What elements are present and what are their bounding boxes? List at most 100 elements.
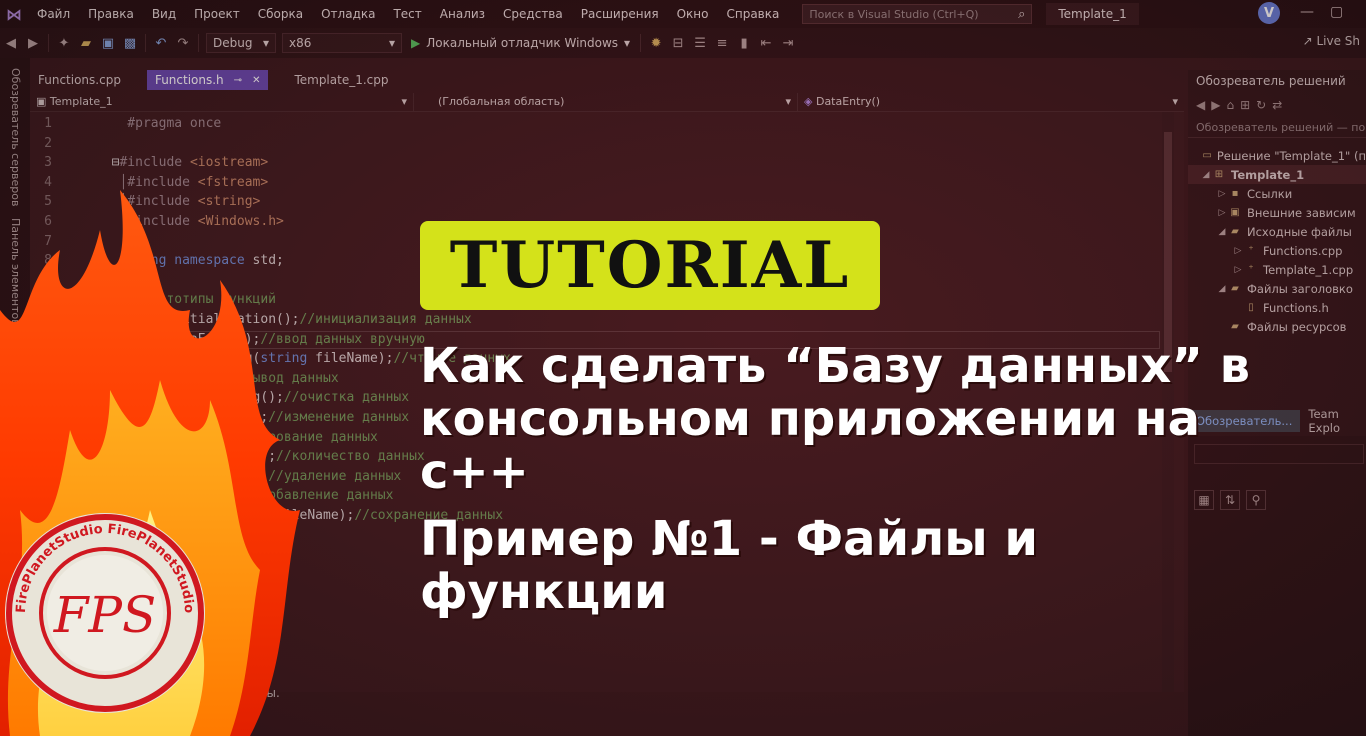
subheadline-line: функции: [420, 564, 668, 620]
expand-arrow-icon[interactable]: ◢: [1216, 284, 1228, 294]
tree-item[interactable]: ◢ ⊞ Template_1: [1188, 165, 1366, 184]
pin-icon[interactable]: ⊸: [234, 75, 242, 86]
server-explorer-tab[interactable]: Обозреватель серверов: [9, 68, 22, 206]
member-value: DataEntry(): [815, 95, 881, 108]
tree-item[interactable]: ◢ ▰ Исходные файлы: [1188, 222, 1366, 241]
code-line: 3 ⊟#include <iostream>: [30, 153, 511, 173]
tree-item[interactable]: ▭ Решение "Template_1" (п: [1188, 146, 1366, 165]
tree-item-label: Файлы ресурсов: [1247, 319, 1347, 334]
sync-icon[interactable]: ⇄: [1272, 98, 1282, 112]
platform-value: x86: [289, 36, 312, 50]
expand-arrow-icon[interactable]: ◢: [1200, 170, 1212, 180]
back-icon[interactable]: ◀: [1196, 98, 1205, 112]
tree-item[interactable]: ▯ Functions.h: [1188, 298, 1366, 317]
bookmark-prev-icon[interactable]: ⇤: [755, 32, 777, 54]
forward-icon[interactable]: ▶: [22, 32, 44, 54]
chevron-down-icon: ▾: [401, 95, 407, 108]
tree-item-label: Решение "Template_1" (п: [1216, 148, 1366, 163]
logo-text: FPS: [53, 586, 157, 644]
bookmark-next-icon[interactable]: ⇥: [777, 32, 799, 54]
thumbnail-headline: Как сделать “Базу данных” в консольном п…: [420, 340, 1350, 619]
start-debugging-label: Локальный отладчик Windows: [426, 36, 619, 50]
menu-item[interactable]: Расширения: [572, 7, 668, 21]
start-debugging-button[interactable]: ▶ Локальный отладчик Windows ▾: [411, 36, 630, 50]
search-input[interactable]: Поиск в Visual Studio (Ctrl+Q) ⌕: [802, 4, 1033, 24]
tree-item-label: Внешние зависим: [1247, 205, 1356, 220]
file-icon: ▰: [1231, 283, 1239, 294]
maximize-icon[interactable]: ▢: [1330, 4, 1343, 20]
tab-functions-cpp[interactable]: Functions.cpp: [30, 70, 129, 90]
menu-bar: ⋈ Файл Правка Вид Проект Сборка Отладка Тест Ан…: [0, 0, 1366, 28]
live-share-button[interactable]: ↗ Live Sh: [1303, 34, 1360, 48]
tree-item[interactable]: ◢ ▰ Файлы заголовко: [1188, 279, 1366, 298]
menu-item[interactable]: Средства: [494, 7, 572, 21]
tutorial-badge-text: TUTORIAL: [449, 228, 851, 303]
file-icon: ⁺: [1248, 264, 1254, 275]
home-icon[interactable]: ⌂: [1226, 98, 1234, 112]
menu-item[interactable]: Файл: [28, 7, 79, 21]
tab-functions-h[interactable]: Functions.h ⊸ ✕: [146, 70, 269, 90]
menu-item[interactable]: Сборка: [249, 7, 312, 21]
editor-tabs: Functions.cpp Functions.h ⊸ ✕ Template_1.c…: [30, 70, 1184, 90]
menu-item[interactable]: Анализ: [431, 7, 494, 21]
close-icon[interactable]: ✕: [252, 75, 260, 86]
breakpoint-icon[interactable]: ⊟: [667, 32, 689, 54]
back-icon[interactable]: ◀: [0, 32, 22, 54]
search-icon[interactable]: ⌕: [1018, 7, 1025, 22]
platform-select[interactable]: x86 ▾: [282, 33, 402, 53]
minimize-icon[interactable]: —: [1300, 4, 1314, 20]
menu-item[interactable]: Справка: [717, 7, 788, 21]
tree-item[interactable]: ▷ ▣ Внешние зависим: [1188, 203, 1366, 222]
chevron-down-icon: ▾: [624, 36, 631, 50]
project-icon: ▣: [36, 95, 50, 108]
scope-select[interactable]: (Глобальная область) ▾: [414, 92, 798, 111]
tree-item[interactable]: ▷ ▪ Ссылки: [1188, 184, 1366, 203]
function-icon: ◈: [804, 95, 816, 108]
expand-arrow-icon[interactable]: ◢: [1216, 227, 1228, 237]
expand-arrow-icon[interactable]: ▷: [1232, 246, 1244, 256]
scroll-thumb[interactable]: [1164, 132, 1172, 372]
expand-arrow-icon[interactable]: ▷: [1216, 189, 1228, 199]
new-project-icon[interactable]: ✦: [53, 32, 75, 54]
tree-item-label: Functions.cpp: [1263, 243, 1343, 258]
code-token: #pragma once: [96, 116, 222, 131]
forward-icon[interactable]: ▶: [1211, 98, 1220, 112]
account-avatar[interactable]: V: [1258, 2, 1280, 24]
tree-item[interactable]: ▷ ⁺ Template_1.cpp: [1188, 260, 1366, 279]
menu-item[interactable]: Проект: [185, 7, 249, 21]
comment-icon[interactable]: ☰: [689, 32, 711, 54]
code-token: │#include: [96, 174, 198, 190]
toolbar: ◀ ▶ ✦ ▰ ▣ ▩ ↶ ↷ Debug ▾ x86 ▾ ▶ Локальны…: [0, 28, 1366, 58]
menu-item[interactable]: Отладка: [312, 7, 384, 21]
configuration-select[interactable]: Debug ▾: [206, 33, 276, 53]
save-icon[interactable]: ▣: [97, 32, 119, 54]
save-all-icon[interactable]: ▩: [119, 32, 141, 54]
redo-icon[interactable]: ↷: [172, 32, 194, 54]
file-icon: ⊞: [1214, 169, 1224, 180]
tree-item[interactable]: ▰ Файлы ресурсов: [1188, 317, 1366, 336]
bookmark-icon[interactable]: ▮: [733, 32, 755, 54]
project-select[interactable]: ▣ Template_1 ▾: [30, 92, 414, 111]
history-icon[interactable]: ↻: [1256, 98, 1266, 112]
switch-views-icon[interactable]: ⊞: [1240, 98, 1250, 112]
undo-icon[interactable]: ↶: [150, 32, 172, 54]
menu-item[interactable]: Тест: [384, 7, 430, 21]
menu-item[interactable]: Правка: [79, 7, 143, 21]
file-icon: ▯: [1248, 302, 1254, 313]
menu-item[interactable]: Окно: [668, 7, 718, 21]
tree-item[interactable]: ▷ ⁺ Functions.cpp: [1188, 241, 1366, 260]
open-folder-icon[interactable]: ▰: [75, 32, 97, 54]
solution-search-input[interactable]: Обозреватель решений — по: [1188, 118, 1366, 138]
expand-arrow-icon[interactable]: ▷: [1216, 208, 1228, 218]
expand-arrow-icon[interactable]: ▷: [1232, 265, 1244, 275]
navigation-bar: ▣ Template_1 ▾ (Глобальная область) ▾ ◈ Da…: [30, 92, 1184, 112]
visual-studio-logo-icon[interactable]: ⋈: [0, 0, 28, 28]
uncomment-icon[interactable]: ≡: [711, 32, 733, 54]
tab-template-cpp[interactable]: Template_1.cpp: [286, 70, 396, 90]
solution-tree: ▭ Решение "Template_1" (п ◢ ⊞ Template_1 ▷ ▪ Сс…: [1188, 146, 1366, 336]
debug-tool-icon[interactable]: ✹: [645, 32, 667, 54]
headline-line: Как сделать “Базу данных” в: [420, 338, 1251, 394]
code-token: #include: [119, 155, 190, 171]
member-select[interactable]: ◈ DataEntry() ▾: [798, 93, 1184, 111]
menu-item[interactable]: Вид: [143, 7, 185, 21]
